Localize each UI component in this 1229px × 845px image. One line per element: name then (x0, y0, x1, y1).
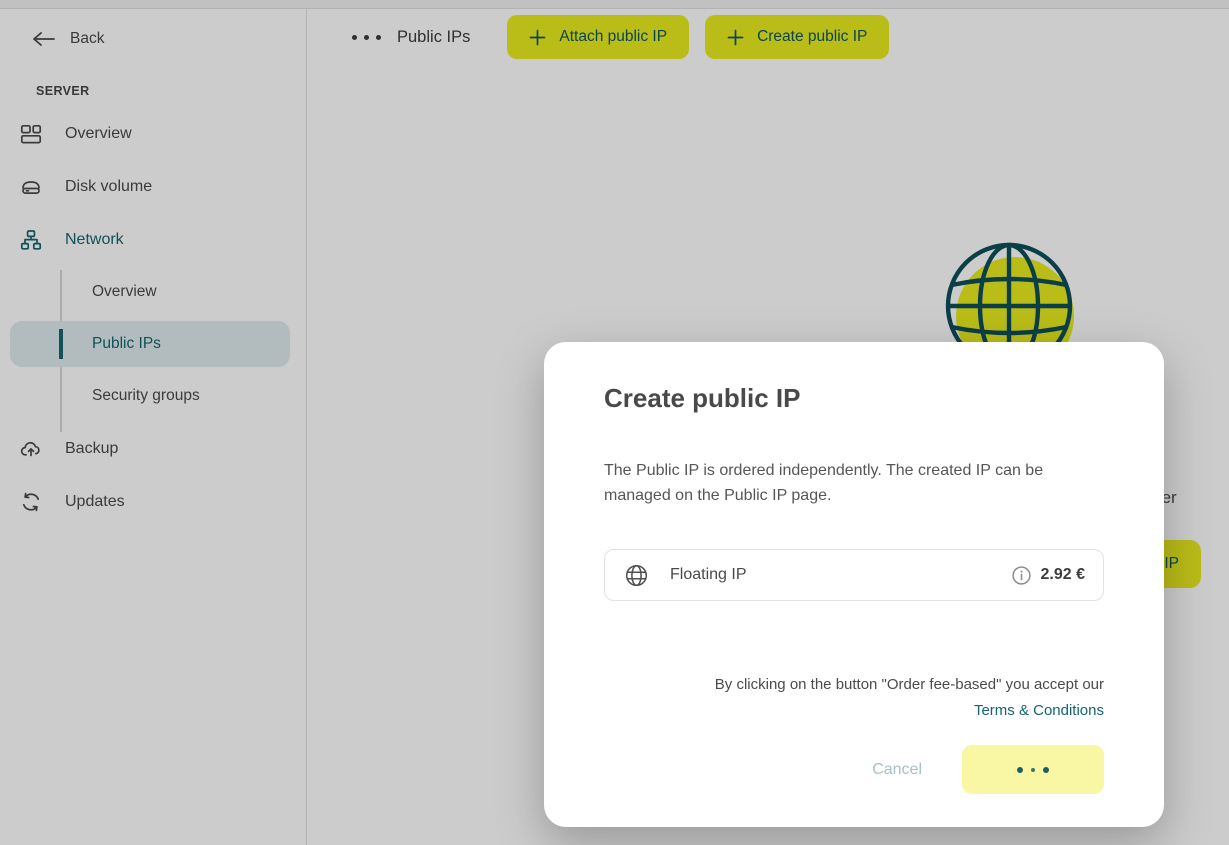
cancel-button[interactable]: Cancel (872, 761, 922, 779)
globe-icon (625, 564, 648, 587)
loading-dots-icon (1017, 767, 1049, 773)
terms-link[interactable]: Terms & Conditions (974, 701, 1104, 721)
modal-footer: Cancel (604, 745, 1104, 794)
order-fee-based-button-loading[interactable] (962, 745, 1104, 794)
create-public-ip-modal: Create public IP The Public IP is ordere… (544, 342, 1164, 827)
terms-text: By clicking on the button "Order fee-bas… (604, 675, 1104, 721)
option-price: 2.92 € (1041, 566, 1085, 584)
modal-description: The Public IP is ordered independently. … (604, 458, 1104, 508)
option-label: Floating IP (670, 566, 1012, 584)
terms-prefix: By clicking on the button "Order fee-bas… (604, 675, 1104, 695)
floating-ip-option[interactable]: Floating IP 2.92 € (604, 549, 1104, 601)
app-screen: Back SERVER Overview (0, 0, 1229, 845)
info-icon[interactable] (1012, 566, 1031, 585)
modal-title: Create public IP (604, 382, 1104, 414)
